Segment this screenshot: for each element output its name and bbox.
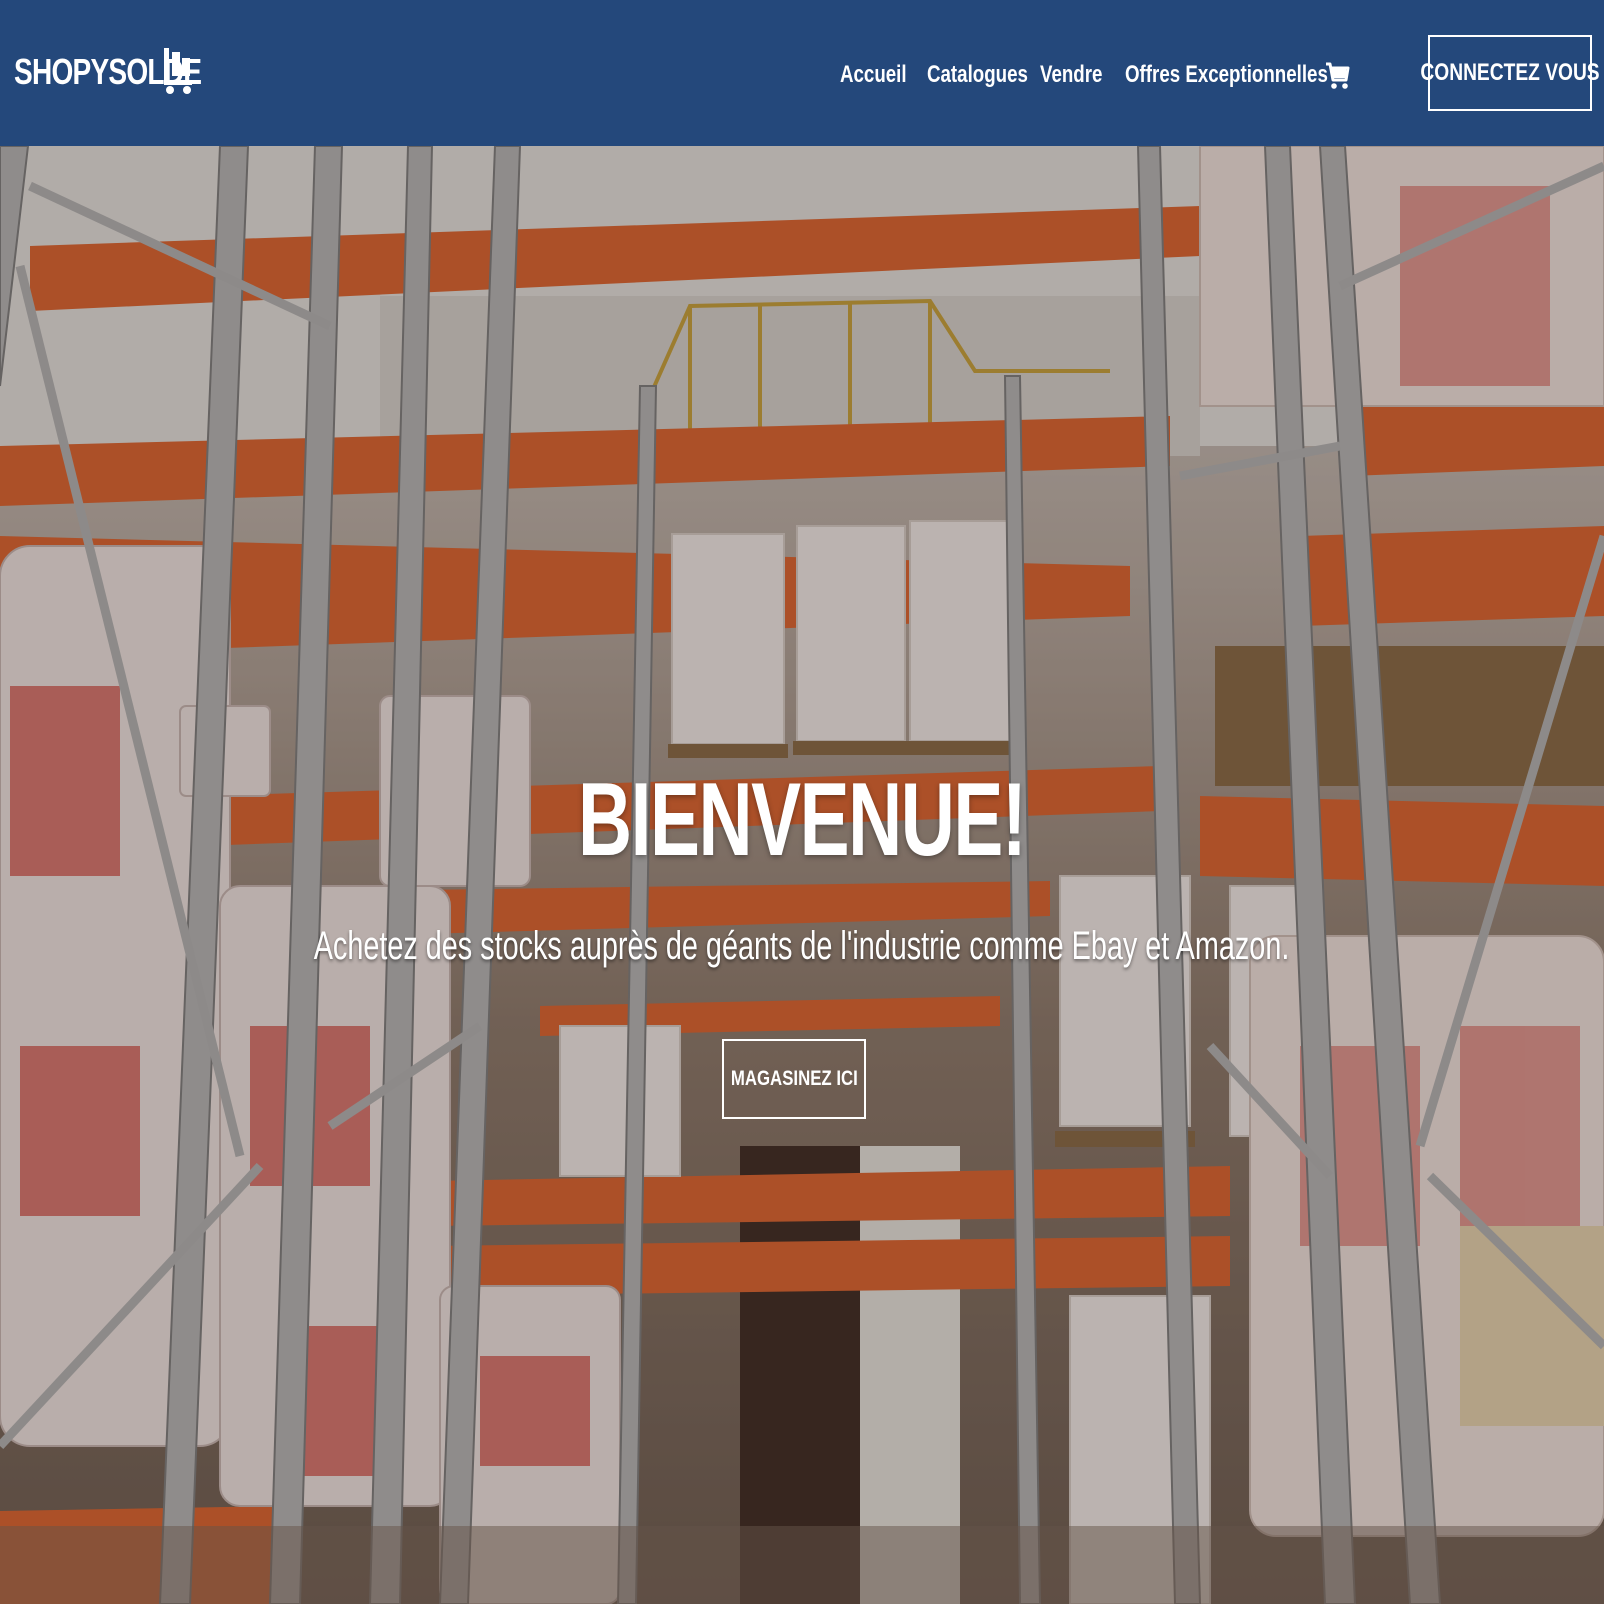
login-button[interactable]: CONNECTEZ VOUS <box>1420 35 1600 111</box>
hero-title-text: BIENVENUE! <box>578 762 1027 878</box>
shopping-cart-icon[interactable] <box>1324 54 1350 94</box>
shop-now-button-label: MAGASINEZ ICI <box>730 1067 858 1090</box>
navbar: SHOPYSOLDE Accueil Catalogues Vendre Off… <box>0 0 1604 146</box>
login-button-label: CONNECTEZ VOUS <box>1420 59 1600 86</box>
hero-section: BIENVENUE! Achetez des stocks auprès de … <box>0 146 1604 1604</box>
shop-now-button[interactable]: MAGASINEZ ICI <box>722 1039 866 1119</box>
hero-title: BIENVENUE! <box>0 761 1604 880</box>
nav-offres-exceptionnelles[interactable]: Offres Exceptionnelles <box>1125 61 1328 89</box>
brand-name: SHOPYSOLDE <box>14 51 202 92</box>
nav-catalogues[interactable]: Catalogues <box>927 61 1028 89</box>
hero-subtitle: Achetez des stocks auprès de géants de l… <box>0 924 1604 969</box>
nav-accueil[interactable]: Accueil <box>840 61 907 89</box>
nav-vendre[interactable]: Vendre <box>1040 61 1102 89</box>
hero-subtitle-text: Achetez des stocks auprès de géants de l… <box>314 924 1290 968</box>
brand-logo-link[interactable]: SHOPYSOLDE <box>14 44 202 100</box>
